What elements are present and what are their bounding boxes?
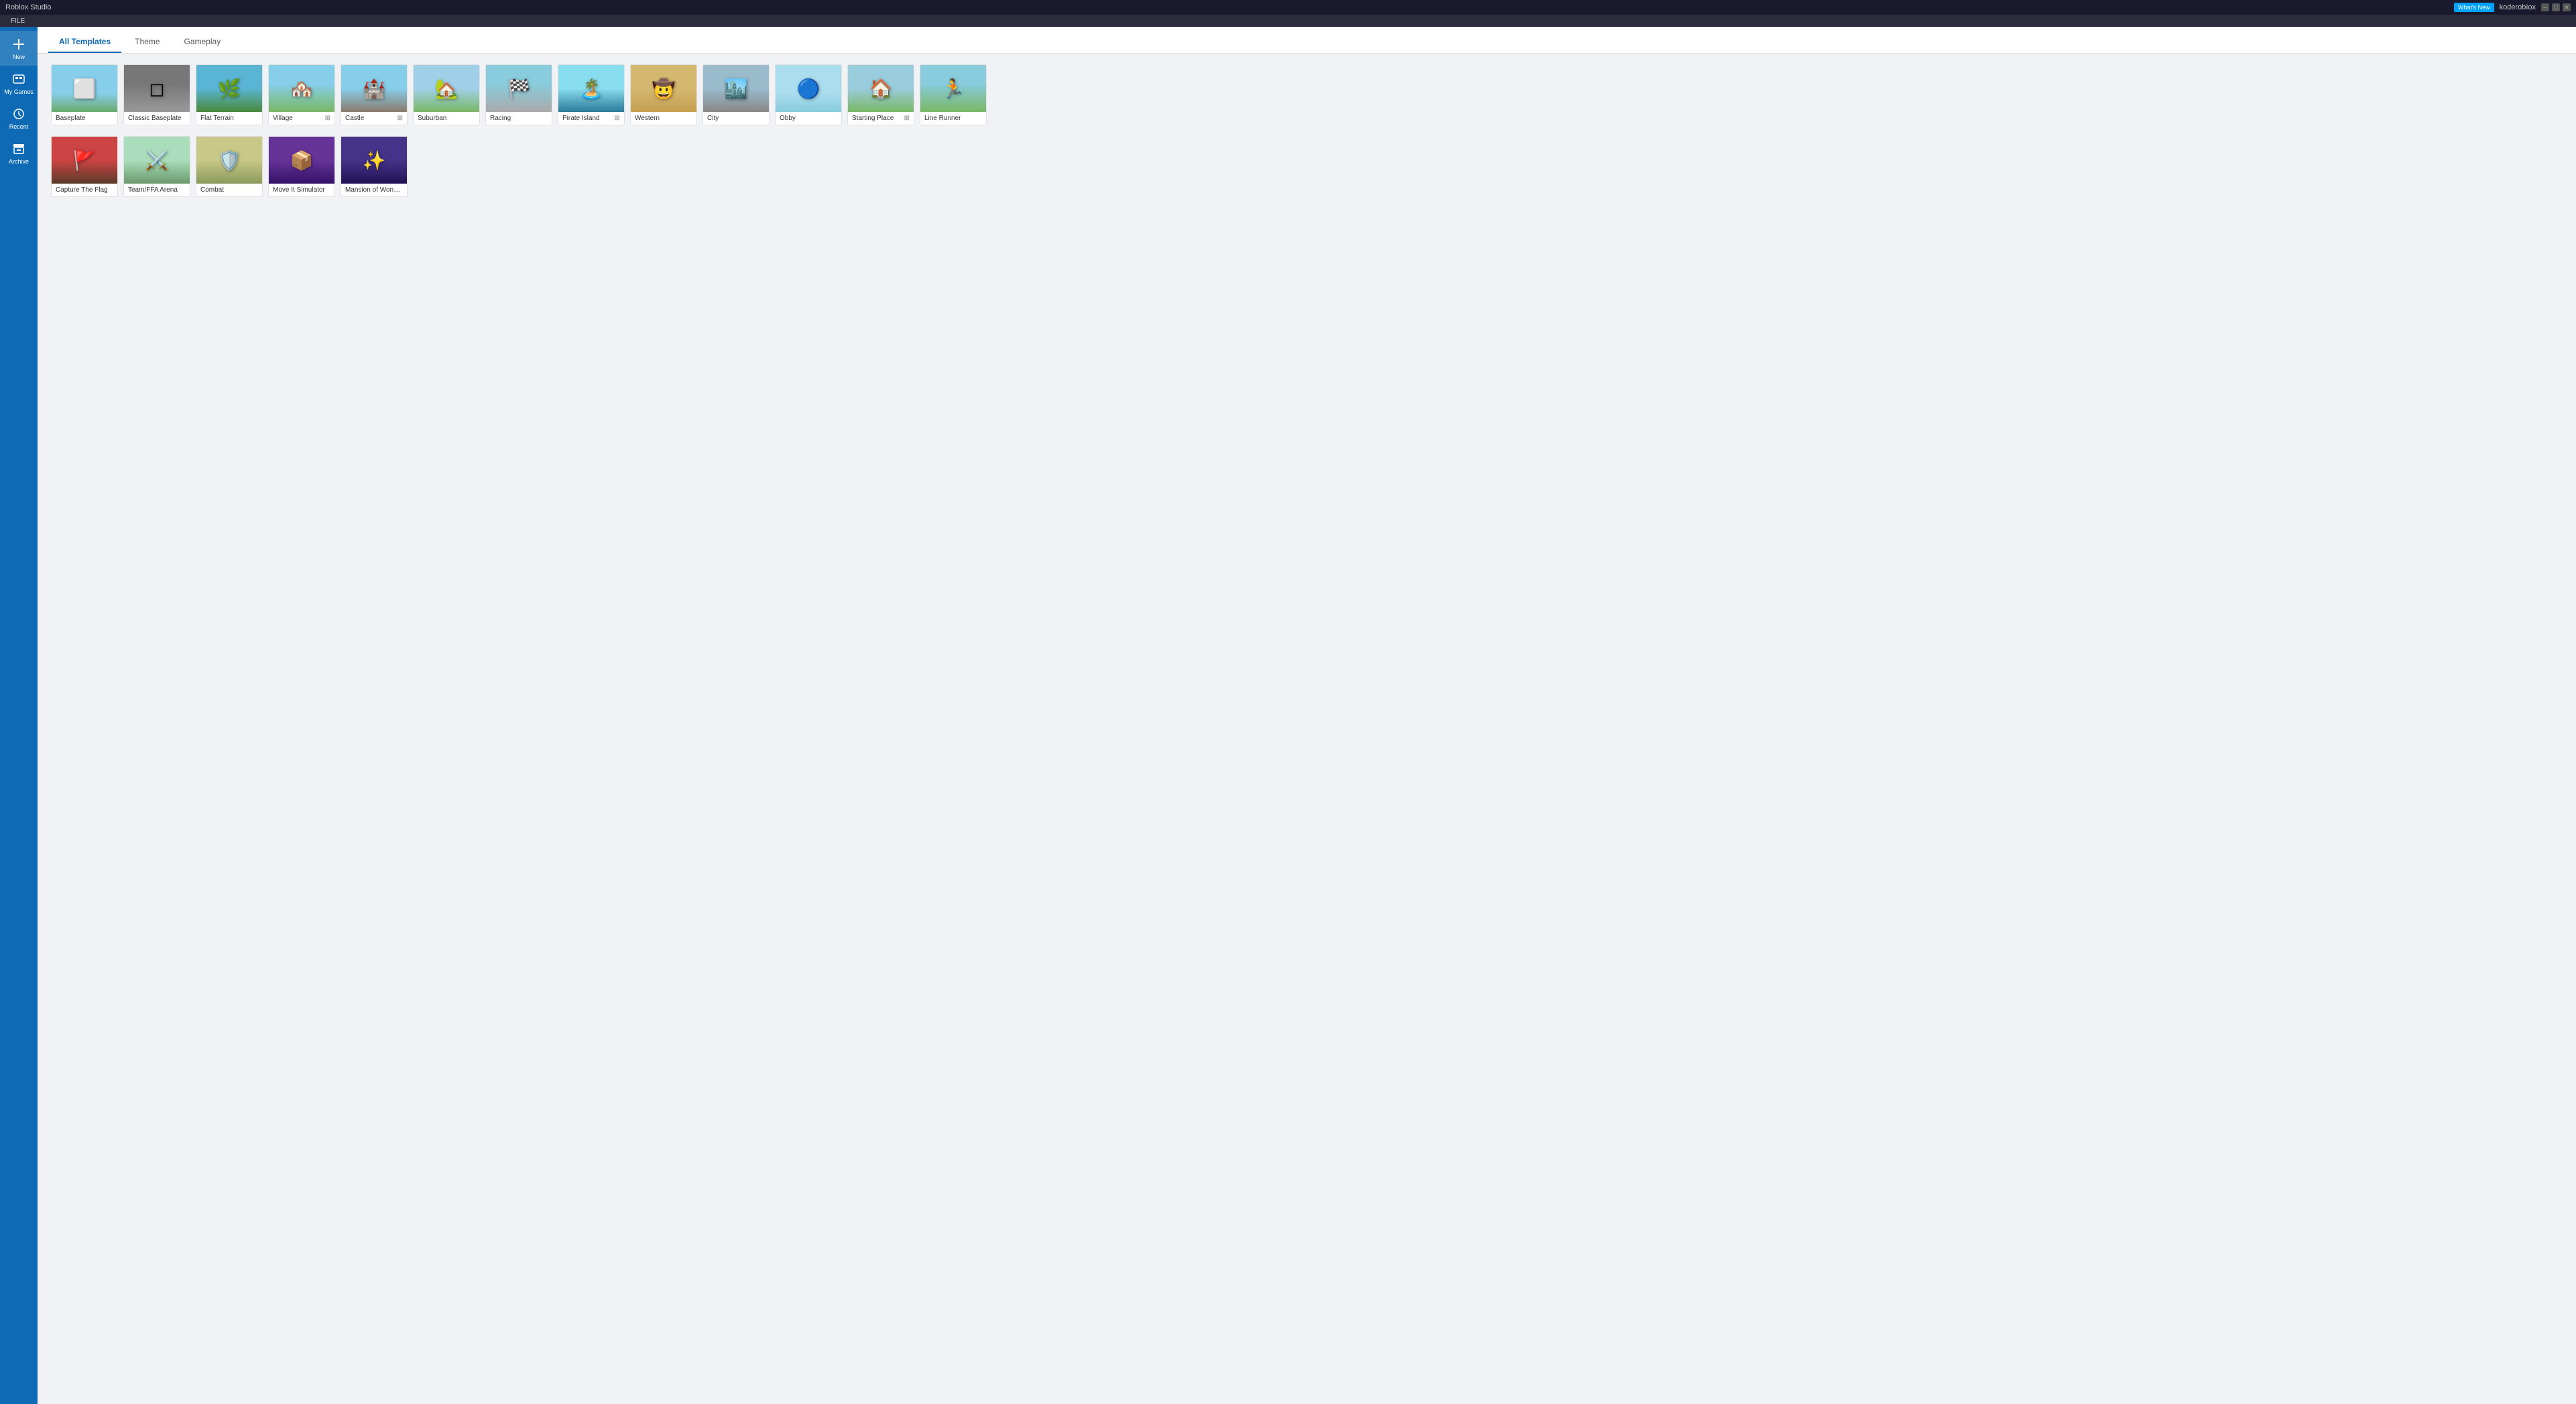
template-village-thumb: 🏘️ [269,65,334,112]
template-city-thumb: 🏙️ [703,65,769,112]
template-starting-place-thumb: 🏠 [848,65,914,112]
my-games-icon [11,71,27,87]
template-pirate-island-info-icon: ⊞ [615,115,620,122]
template-racing[interactable]: 🏁 Racing [485,64,552,125]
template-western[interactable]: 🤠 Western [630,64,697,125]
template-mansion-name: Mansion of Wonder [345,186,403,194]
template-combat-name: Combat [200,186,224,194]
template-village-name: Village [273,115,293,122]
template-classic-baseplate-thumb: ◻ [124,65,190,112]
menu-bar: FILE [0,15,2576,27]
template-western-thumb: 🤠 [631,65,696,112]
template-line-runner-name: Line Runner [924,115,961,122]
template-mansion[interactable]: ✨ Mansion of Wonder [341,136,408,197]
title-bar: Roblox Studio What's New koderobIox ─ □ … [0,0,2576,15]
tab-theme[interactable]: Theme [124,31,170,53]
template-pirate-island-thumb: 🏝️ [558,65,624,112]
title-bar-right: What's New koderobIox ─ □ ✕ [2454,3,2571,12]
tabs-bar: All Templates Theme Gameplay [38,27,2576,54]
template-team-ffa-name: Team/FFA Arena [128,186,178,194]
sidebar-item-my-games[interactable]: My Games [0,66,38,101]
template-flat-terrain[interactable]: 🌿 Flat Terrain [196,64,263,125]
template-classic-baseplate-name: Classic Baseplate [128,115,181,122]
new-icon [11,36,27,52]
template-team-ffa-thumb: ⚔️ [124,137,190,184]
template-obby[interactable]: 🔵 Obby [775,64,842,125]
sidebar-item-new[interactable]: New [0,31,38,66]
template-racing-name: Racing [490,115,511,122]
template-castle-info-icon: ⊞ [397,115,403,122]
tab-gameplay[interactable]: Gameplay [174,31,232,53]
template-starting-place[interactable]: 🏠 Starting Place ⊞ [847,64,914,125]
template-flat-terrain-name: Flat Terrain [200,115,234,122]
template-mansion-thumb: ✨ [341,137,407,184]
sidebar-my-games-label: My Games [4,88,34,95]
template-racing-thumb: 🏁 [486,65,552,112]
template-move-it[interactable]: 📦 Move It Simulator [268,136,335,197]
template-western-name: Western [635,115,660,122]
sidebar-new-label: New [13,54,25,60]
template-combat[interactable]: 🛡️ Combat [196,136,263,197]
close-button[interactable]: ✕ [2563,3,2571,11]
template-city-name: City [707,115,719,122]
menu-file[interactable]: FILE [5,17,30,25]
template-move-it-thumb: 📦 [269,137,334,184]
sidebar-item-archive[interactable]: Archive [0,135,38,170]
content-area: All Templates Theme Gameplay ⬜ Baseplate [38,27,2576,1404]
template-suburban-name: Suburban [418,115,446,122]
username-label: koderobIox [2500,3,2536,11]
template-capture-flag-thumb: 🚩 [52,137,117,184]
template-baseplate[interactable]: ⬜ Baseplate [51,64,118,125]
template-line-runner-thumb: 🏃 [920,65,986,112]
template-village[interactable]: 🏘️ Village ⊞ [268,64,335,125]
template-village-info-icon: ⊞ [325,115,330,122]
template-castle-name: Castle [345,115,364,122]
template-starting-place-name: Starting Place [852,115,894,122]
template-combat-thumb: 🛡️ [196,137,262,184]
template-suburban[interactable]: 🏡 Suburban [413,64,480,125]
whats-new-button[interactable]: What's New [2454,3,2494,12]
templates-grid: ⬜ Baseplate ◻ Classic Baseplate [51,64,2563,197]
template-starting-place-info-icon: ⊞ [904,115,910,122]
template-capture-flag-name: Capture The Flag [56,186,108,194]
recent-icon [11,106,27,122]
minimize-button[interactable]: ─ [2541,3,2549,11]
archive-icon [11,141,27,157]
template-baseplate-thumb: ⬜ [52,65,117,112]
sidebar-archive-label: Archive [9,158,29,165]
template-flat-terrain-thumb: 🌿 [196,65,262,112]
template-capture-flag[interactable]: 🚩 Capture The Flag [51,136,118,197]
sidebar: New My Games Recent [0,27,38,1404]
template-pirate-island[interactable]: 🏝️ Pirate Island ⊞ [558,64,625,125]
template-team-ffa[interactable]: ⚔️ Team/FFA Arena [123,136,190,197]
template-move-it-name: Move It Simulator [273,186,325,194]
template-baseplate-name: Baseplate [56,115,85,122]
template-city[interactable]: 🏙️ City [702,64,770,125]
main-layout: New My Games Recent [0,27,2576,1404]
template-castle-thumb: 🏰 [341,65,407,112]
template-line-runner[interactable]: 🏃 Line Runner [920,64,987,125]
maximize-button[interactable]: □ [2552,3,2560,11]
template-classic-baseplate[interactable]: ◻ Classic Baseplate [123,64,190,125]
template-pirate-island-name: Pirate Island [562,115,600,122]
tab-all-templates[interactable]: All Templates [48,31,121,53]
sidebar-recent-label: Recent [9,123,29,130]
sidebar-item-recent[interactable]: Recent [0,101,38,135]
templates-area: ⬜ Baseplate ◻ Classic Baseplate [38,54,2576,1404]
template-obby-name: Obby [780,115,796,122]
template-obby-thumb: 🔵 [776,65,841,112]
app-title: Roblox Studio [5,3,52,11]
template-castle[interactable]: 🏰 Castle ⊞ [341,64,408,125]
template-suburban-thumb: 🏡 [414,65,479,112]
window-controls: ─ □ ✕ [2541,3,2571,11]
